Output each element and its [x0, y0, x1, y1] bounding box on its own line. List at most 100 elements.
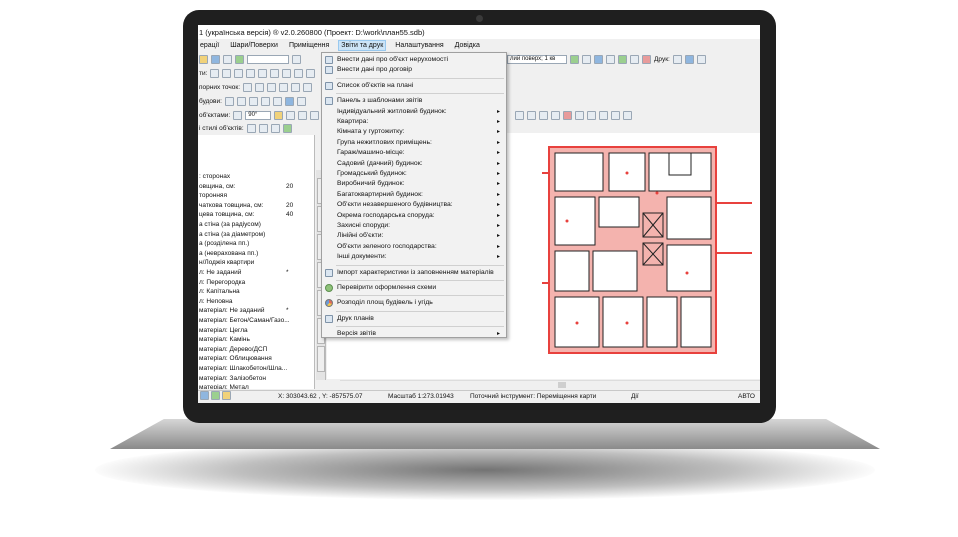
reports-menu-item[interactable]: Громадський будинок: ▸	[322, 169, 506, 179]
snap-corner-icon[interactable]	[255, 82, 265, 92]
poly-icon[interactable]	[284, 96, 294, 106]
style-combo[interactable]	[247, 54, 289, 64]
property-row[interactable]: матеріал: Залізобетон	[198, 374, 314, 384]
angle-combo[interactable]: 90°	[245, 110, 272, 120]
property-row[interactable]: : сторонах	[198, 172, 314, 182]
select-icon[interactable]	[270, 123, 280, 133]
tool-f-icon[interactable]	[575, 110, 585, 120]
save-icon[interactable]	[211, 54, 220, 64]
horizontal-scrollbar[interactable]	[340, 380, 760, 388]
tool-b-icon[interactable]	[527, 110, 537, 120]
snap-perp-icon[interactable]	[291, 82, 301, 92]
menu-item-1[interactable]: Шари/Поверхи	[228, 40, 280, 51]
vtab-7[interactable]	[317, 346, 325, 372]
color-icon[interactable]	[282, 123, 292, 133]
preview-icon[interactable]	[684, 54, 694, 64]
print-icon[interactable]	[672, 54, 682, 64]
property-row[interactable]: матеріал: Не заданий *	[198, 306, 314, 316]
undo-icon[interactable]	[611, 110, 621, 120]
arc-icon[interactable]	[248, 96, 258, 106]
reports-menu-item[interactable]: Лінійні об'єкти: ▸	[322, 231, 506, 241]
property-row[interactable]: матеріал: Шлакобетон/Шла...	[198, 364, 314, 374]
style-icon[interactable]	[258, 123, 268, 133]
property-row[interactable]: а стіна (за діаметром)	[198, 230, 314, 240]
property-row[interactable]: матеріал: Дерево/ДСП	[198, 345, 314, 355]
fit-icon[interactable]	[594, 54, 603, 64]
layers-icon[interactable]	[235, 54, 244, 64]
mirror-icon[interactable]	[286, 110, 296, 120]
line-icon[interactable]	[236, 96, 246, 106]
pan-icon[interactable]	[606, 54, 615, 64]
reports-menu-item[interactable]: Внести дані про договір	[322, 65, 506, 75]
rect-fill-icon[interactable]	[258, 68, 268, 78]
tool-e-icon[interactable]	[563, 110, 573, 120]
property-row[interactable]: матеріал: Метал	[198, 383, 314, 389]
property-row[interactable]: а (неврахована пп.)	[198, 249, 314, 259]
snap-arc-icon[interactable]	[303, 82, 313, 92]
floor-combo[interactable]: лий поверх; 1 кв	[507, 54, 567, 64]
status-zoom-icon[interactable]	[200, 391, 209, 400]
tool-h-icon[interactable]	[599, 110, 609, 120]
zoom-icon[interactable]	[582, 54, 591, 64]
frame-icon[interactable]	[270, 68, 280, 78]
reports-menu-item[interactable]: Захисні споруди: ▸	[322, 221, 506, 231]
status-ruler-icon[interactable]	[221, 391, 231, 400]
reports-menu-item[interactable]: Перевірити оформлення схеми	[322, 283, 506, 293]
rotate-icon[interactable]	[233, 110, 243, 120]
open-icon[interactable]	[199, 54, 208, 64]
reports-menu-item[interactable]: Квартира: ▸	[322, 117, 506, 127]
scale-icon[interactable]	[298, 110, 308, 120]
refresh-icon[interactable]	[618, 54, 627, 64]
property-row[interactable]: матеріал: Цегла	[198, 326, 314, 336]
measure-icon[interactable]	[630, 54, 639, 64]
property-row[interactable]: торонняя	[198, 191, 314, 201]
property-row[interactable]: матеріал: Бетон/Саман/Газо...	[198, 316, 314, 326]
property-row[interactable]: чаткова товщина, см: 20	[198, 201, 314, 211]
align-icon[interactable]	[310, 110, 320, 120]
stop-icon[interactable]	[642, 54, 651, 64]
reports-menu-item[interactable]: Панель з шаблонами звітів	[322, 96, 506, 106]
reports-menu-item[interactable]: Виробничий будинок: ▸	[322, 179, 506, 189]
menu-item-4[interactable]: Налаштування	[393, 40, 445, 51]
rect-icon[interactable]	[246, 68, 256, 78]
tool-a-icon[interactable]	[515, 110, 525, 120]
reports-menu-item[interactable]: Об'єкти зеленого господарства: ▸	[322, 242, 506, 252]
move-icon[interactable]	[292, 54, 301, 64]
property-row[interactable]: матеріал: Облицювання	[198, 354, 314, 364]
property-row[interactable]: матеріал: Камінь	[198, 335, 314, 345]
scroll-thumb[interactable]	[558, 382, 566, 388]
property-row[interactable]: л: Перегородка	[198, 278, 314, 288]
export-icon[interactable]	[696, 54, 706, 64]
property-row[interactable]: а стіна (за радіусом)	[198, 220, 314, 230]
pencil-icon[interactable]	[274, 110, 284, 120]
properties-panel[interactable]: : сторонах овщина, см: 20 торонняя чаткова т…	[198, 135, 315, 389]
property-row[interactable]: цева товщина, см: 40	[198, 210, 314, 220]
reports-menu-item[interactable]: Гараж/машино-місце: ▸	[322, 148, 506, 158]
tool-c-icon[interactable]	[539, 110, 549, 120]
property-row[interactable]: л: Неповна	[198, 297, 314, 307]
copy-icon[interactable]	[223, 54, 232, 64]
reports-menu-item[interactable]: Внести дані про об'єкт нерухомості	[322, 55, 506, 65]
reports-menu-item[interactable]: Група нежитлових приміщень: ▸	[322, 138, 506, 148]
hatch-icon[interactable]	[272, 96, 282, 106]
reports-menu-item[interactable]: Об'єкти незавершеного будівництва: ▸	[322, 200, 506, 210]
point-icon[interactable]	[224, 96, 234, 106]
reports-menu-item[interactable]: Окрема господарська споруда: ▸	[322, 211, 506, 221]
snap-line-icon[interactable]	[243, 82, 253, 92]
snap-triangle-icon[interactable]	[279, 82, 289, 92]
door-icon[interactable]	[282, 68, 292, 78]
property-row[interactable]: л: Не заданий *	[198, 268, 314, 278]
grid-icon[interactable]	[570, 54, 579, 64]
menu-item-3[interactable]: Звіти та друк	[338, 40, 387, 51]
reports-menu-item[interactable]: Садовий (дачний) будинок: ▸	[322, 159, 506, 169]
property-row[interactable]: овщина, см: 20	[198, 182, 314, 192]
reports-menu-item[interactable]: Індивідуальний житловий будинок: ▸	[322, 107, 506, 117]
reports-menu-item[interactable]: Версія звітів ▸	[322, 329, 506, 339]
reports-menu-item[interactable]: Кімната у гуртожитку: ▸	[322, 127, 506, 137]
redo-icon[interactable]	[623, 110, 633, 120]
snap-mid-icon[interactable]	[267, 82, 277, 92]
reports-menu-item[interactable]: Інші документи: ▸	[322, 252, 506, 262]
reports-menu-item[interactable]: Список об'єктів на плані	[322, 81, 506, 91]
wall-thick-icon[interactable]	[222, 68, 232, 78]
window-icon[interactable]	[294, 68, 304, 78]
